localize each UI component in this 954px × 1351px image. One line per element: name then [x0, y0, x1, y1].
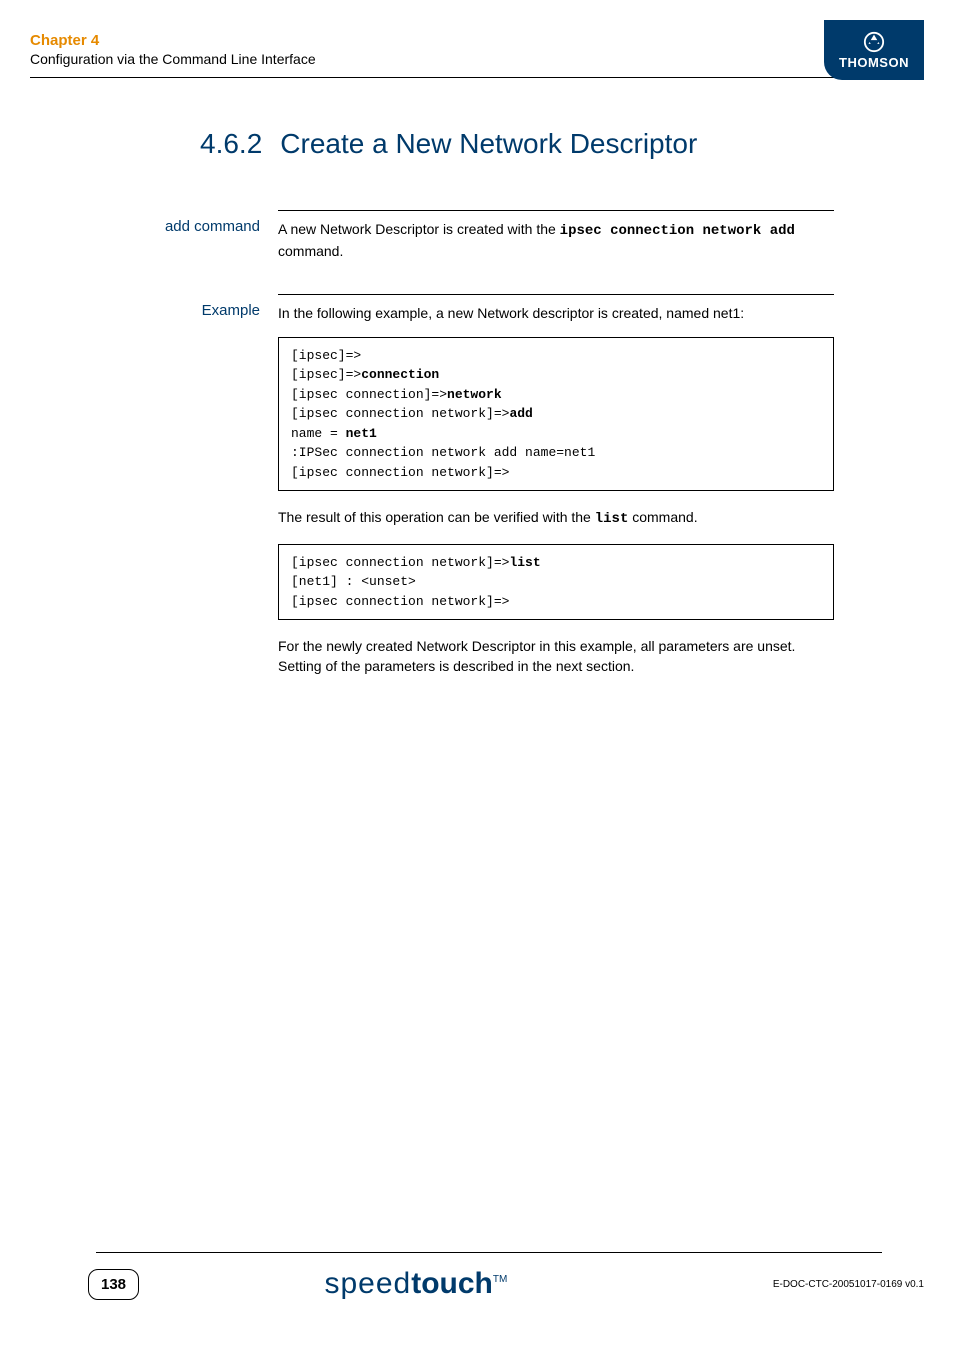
brand-logo-icon [863, 31, 885, 53]
document-id: E-DOC-CTC-20051017-0169 v0.1 [773, 1279, 924, 1290]
code-block-list: [ipsec connection network]=>list [net1] … [278, 544, 834, 621]
brand-name: THOMSON [839, 55, 909, 70]
header-divider [30, 77, 882, 78]
footer-divider [96, 1252, 882, 1253]
page-header: Chapter 4 Configuration via the Command … [0, 0, 954, 78]
code-line: :IPSec connection network add name=net1 [291, 445, 595, 460]
example-body: In the following example, a new Network … [278, 294, 834, 691]
page-footer: 138 speedtouchTM E-DOC-CTC-20051017-0169… [0, 1252, 954, 1301]
side-label-example: Example [30, 294, 278, 319]
add-command-paragraph: A new Network Descriptor is created with… [278, 219, 834, 262]
code-line: [net1] : <unset> [291, 574, 416, 589]
example-outro: For the newly created Network Descriptor… [278, 636, 834, 677]
code-line-prefix: [ipsec]=> [291, 367, 361, 382]
footer-logo: speedtouchTM [59, 1267, 773, 1301]
code-line-prefix: name = [291, 426, 346, 441]
chapter-label: Chapter 4 [30, 32, 924, 49]
text: The result of this operation can be veri… [278, 509, 595, 525]
inline-command: ipsec connection network add [560, 223, 795, 239]
footer-row: 138 speedtouchTM E-DOC-CTC-20051017-0169… [30, 1267, 924, 1301]
text: command. [628, 509, 697, 525]
example-row: Example In the following example, a new … [30, 294, 924, 691]
code-line-prefix: [ipsec connection network]=> [291, 406, 509, 421]
code-line-prefix: [ipsec connection]=> [291, 387, 447, 402]
code-line: [ipsec connection network]=> [291, 594, 509, 609]
logo-text-bold: touch [411, 1267, 493, 1300]
add-command-body: A new Network Descriptor is created with… [278, 210, 834, 276]
side-label-add-command: add command [30, 210, 278, 235]
logo-text-light: speed [324, 1267, 411, 1300]
section-number: 4.6.2 [200, 128, 262, 160]
code-value: net1 [346, 426, 377, 441]
code-command: add [509, 406, 532, 421]
example-mid-paragraph: The result of this operation can be veri… [278, 507, 834, 529]
code-block-add: [ipsec]=> [ipsec]=>connection [ipsec con… [278, 337, 834, 492]
trademark-icon: TM [493, 1274, 507, 1285]
code-command: network [447, 387, 502, 402]
text: command. [278, 243, 343, 259]
section-divider [278, 294, 834, 295]
code-command: connection [361, 367, 439, 382]
chapter-subtitle: Configuration via the Command Line Inter… [30, 51, 924, 67]
example-intro: In the following example, a new Network … [278, 303, 834, 323]
code-line-prefix: [ipsec connection network]=> [291, 555, 509, 570]
code-line: [ipsec]=> [291, 348, 361, 363]
code-command: list [509, 555, 540, 570]
inline-command: list [595, 511, 629, 527]
text: A new Network Descriptor is created with… [278, 221, 560, 237]
add-command-row: add command A new Network Descriptor is … [30, 210, 924, 276]
section-divider [278, 210, 834, 211]
section-title: 4.6.2 Create a New Network Descriptor [30, 128, 924, 160]
code-line: [ipsec connection network]=> [291, 465, 509, 480]
section-title-text: Create a New Network Descriptor [280, 128, 697, 159]
brand-badge: THOMSON [824, 20, 924, 80]
page-body: 4.6.2 Create a New Network Descriptor add… [0, 78, 954, 691]
